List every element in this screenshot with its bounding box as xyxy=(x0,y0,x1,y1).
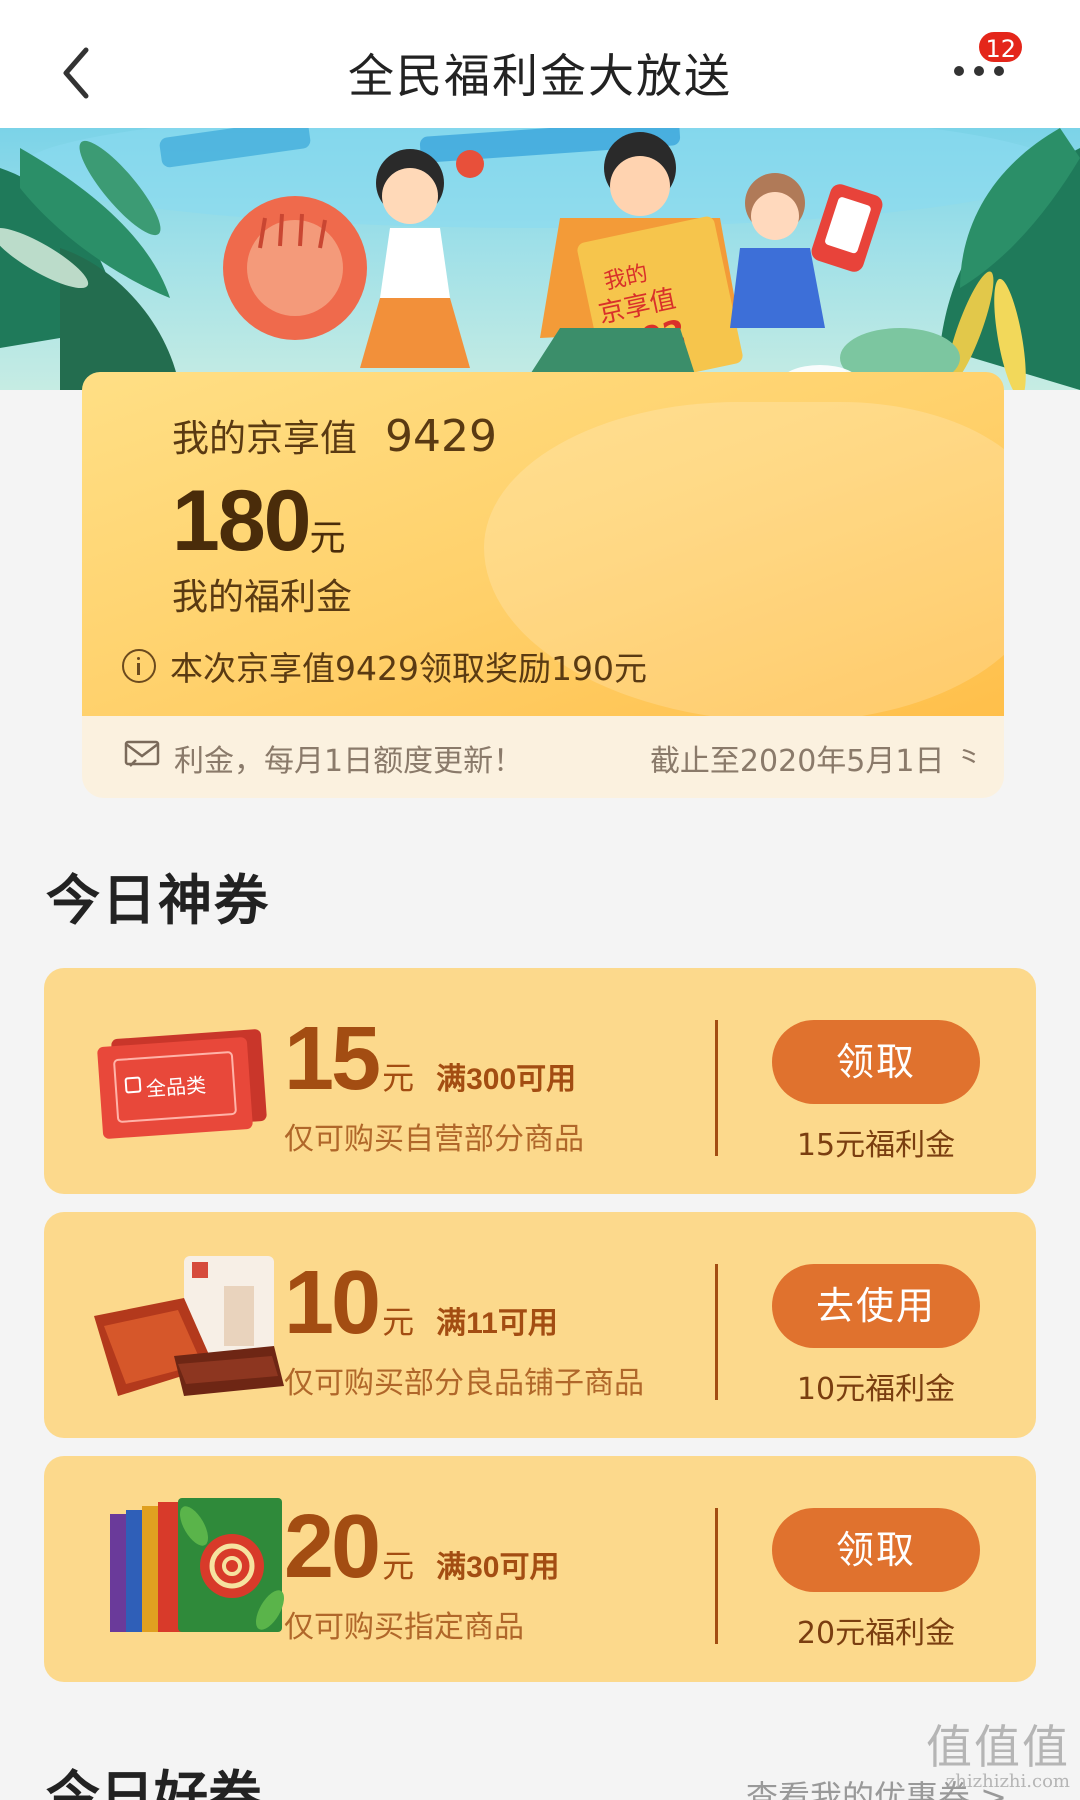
coupon-cost: 20元福利金 xyxy=(796,1616,956,1651)
coupon-amount-number: 20 xyxy=(284,1497,381,1597)
coupon-card: 10 元满11可用 仅可购买部分良品铺子商品 去使用 10元福利金 xyxy=(44,1212,1036,1438)
notice-scroll-text: 利金，每月1日额度更新！ xyxy=(174,744,524,779)
welfare-card: 我的京享值 9429 180元 我的福利金 本次京享值9429领取奖励190元 xyxy=(82,372,1004,718)
banner-illustration: 我的 京享值 202 xyxy=(0,128,1080,390)
notice-strip: 利金，每月1日额度更新！ 截止至2020年5月1日 ⺀ xyxy=(82,716,1004,798)
welfare-amount: 180元 xyxy=(172,472,346,571)
claim-coupon-button[interactable]: 领取 xyxy=(772,1508,980,1592)
site-watermark: 值值值 zhizhizhi.com xyxy=(926,1711,1070,1792)
coupon-edge xyxy=(44,1212,1036,1222)
reward-info-row: 本次京享值9429领取奖励190元 xyxy=(122,642,647,690)
watermark-url: zhizhizhi.com xyxy=(945,1771,1070,1792)
coupon-amount-number: 15 xyxy=(284,1009,381,1109)
notification-badge: 12 xyxy=(977,30,1024,64)
nav-bar: 全民福利金大放送 12 xyxy=(0,0,1080,128)
coupon-condition: 满300可用 xyxy=(436,1063,577,1096)
jingxiang-label: 我的京享值 xyxy=(172,417,357,460)
mail-icon xyxy=(124,740,160,767)
coupon-description: 仅可购买部分良品铺子商品 xyxy=(284,1366,644,1401)
coupon-divider xyxy=(715,1508,718,1644)
coupon-card: 20 元满30可用 仅可购买指定商品 领取 20元福利金 xyxy=(44,1456,1036,1682)
more-dots-icon xyxy=(954,66,964,76)
jerky-product-image xyxy=(94,1256,284,1396)
welfare-amount-label: 我的福利金 xyxy=(172,577,353,618)
coupon-divider xyxy=(715,1020,718,1156)
watermark-logo: 值值值 xyxy=(926,1720,1070,1774)
coupon-amount: 15 元满300可用 xyxy=(284,1008,576,1111)
coupon-amount-unit: 元 xyxy=(382,1548,415,1584)
reward-info-text: 本次京享值9429领取奖励190元 xyxy=(170,649,647,688)
coupon-description: 仅可购买指定商品 xyxy=(284,1610,524,1645)
coupon-cost: 10元福利金 xyxy=(796,1372,956,1407)
coupon-divider xyxy=(715,1264,718,1400)
notice-deadline-text: 截止至2020年5月1日 ⺀ xyxy=(649,744,984,779)
page-title: 全民福利金大放送 xyxy=(348,49,732,103)
section-title-good-coupons: 今日好券 xyxy=(46,1765,262,1800)
jingxiang-value: 9429 xyxy=(385,411,497,462)
coupon-amount: 20 元满30可用 xyxy=(284,1496,560,1599)
info-icon[interactable] xyxy=(122,649,156,683)
claim-coupon-button[interactable]: 领取 xyxy=(772,1020,980,1104)
coupon-cost: 15元福利金 xyxy=(796,1128,956,1163)
coupon-edge xyxy=(44,1456,1036,1466)
coupon-card: 全品类 15 元满300可用 仅可购买自营部分商品 领取 15元福利金 xyxy=(44,968,1036,1194)
coupon-amount-unit: 元 xyxy=(382,1060,415,1096)
coupon-amount-unit: 元 xyxy=(382,1304,415,1340)
coupon-condition: 满11可用 xyxy=(436,1307,558,1340)
coupon-edge xyxy=(44,968,1036,978)
book-set-product-image xyxy=(110,1498,284,1632)
use-coupon-button[interactable]: 去使用 xyxy=(772,1264,980,1348)
promo-banner: 我的 京享值 202 xyxy=(0,128,1080,390)
all-category-coupon-icon: 全品类 xyxy=(97,1029,267,1139)
coupon-amount: 10 元满11可用 xyxy=(284,1252,558,1355)
welfare-amount-unit: 元 xyxy=(309,517,346,558)
coupon-amount-number: 10 xyxy=(284,1253,381,1353)
more-dot xyxy=(974,66,984,76)
more-dot xyxy=(994,66,1004,76)
coupon-description: 仅可购买自营部分商品 xyxy=(284,1122,584,1157)
coupon-thumb-label: 全品类 xyxy=(145,1073,207,1101)
jingxiang-value-row: 我的京享值 9429 xyxy=(172,408,497,462)
section-title-today-coupons: 今日神券 xyxy=(46,869,270,932)
coupon-condition: 满30可用 xyxy=(436,1551,560,1584)
welfare-amount-number: 180 xyxy=(172,473,311,569)
